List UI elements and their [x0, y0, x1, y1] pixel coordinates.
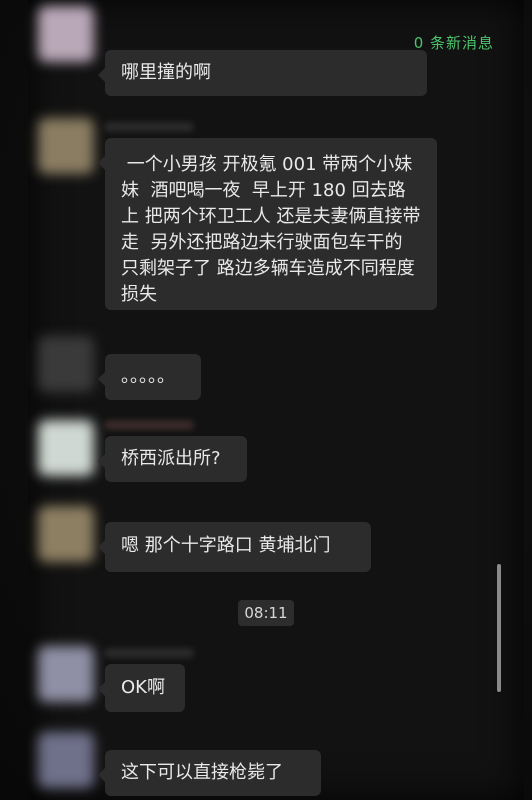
sender-name	[104, 420, 194, 430]
avatar[interactable]	[38, 646, 94, 702]
sender-name	[104, 648, 194, 658]
avatar[interactable]	[38, 6, 94, 62]
message-bubble[interactable]: 。。。。。	[98, 354, 201, 400]
chat-screen: 0 条新消息 哪里撞的啊 一个小男孩 开极氪 001 带两个小妹妹 酒吧喝一夜 …	[0, 0, 532, 800]
avatar[interactable]	[38, 118, 94, 174]
message-bubble[interactable]: OK啊	[98, 664, 185, 712]
message-text: 这下可以直接枪毙了	[121, 762, 283, 783]
message-bubble[interactable]: 嗯 那个十字路口 黄埔北门	[98, 522, 371, 572]
avatar[interactable]	[38, 732, 94, 788]
avatar[interactable]	[38, 506, 94, 562]
message-bubble[interactable]: 一个小男孩 开极氪 001 带两个小妹妹 酒吧喝一夜 早上开 180 回去路上 …	[98, 138, 437, 310]
chat-panel[interactable]: 0 条新消息	[28, 0, 524, 800]
scrollbar[interactable]	[497, 564, 501, 692]
message-bubble[interactable]: 桥西派出所?	[98, 436, 247, 482]
message-bubble[interactable]: 这下可以直接枪毙了	[98, 750, 321, 796]
message-text: 。。。。。	[121, 366, 175, 387]
sender-name	[104, 122, 194, 132]
timestamp: 08:11	[238, 600, 294, 626]
avatar[interactable]	[38, 420, 94, 476]
avatar[interactable]	[38, 336, 94, 392]
message-text: 哪里撞的啊	[121, 62, 211, 83]
new-messages-indicator[interactable]: 0 条新消息	[414, 32, 494, 53]
message-text: 一个小男孩 开极氪 001 带两个小妹妹 酒吧喝一夜 早上开 180 回去路上 …	[121, 154, 421, 305]
message-text: 桥西派出所?	[121, 448, 221, 469]
message-text: OK啊	[121, 677, 165, 698]
message-text: 嗯 那个十字路口 黄埔北门	[121, 535, 331, 556]
message-bubble[interactable]: 哪里撞的啊	[98, 50, 427, 96]
